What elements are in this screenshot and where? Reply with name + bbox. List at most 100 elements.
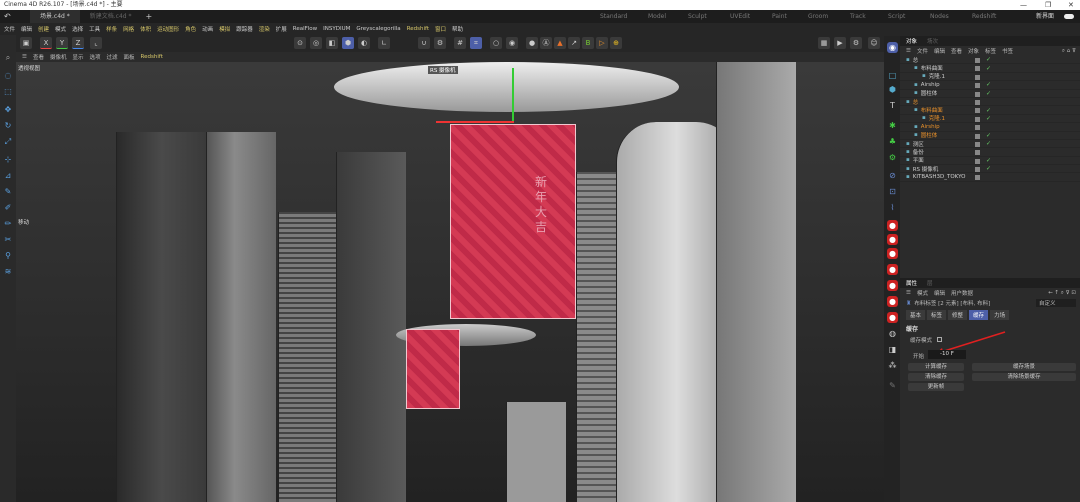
visibility-dot[interactable] — [975, 83, 980, 89]
clear-scene-cache-button[interactable]: 清除场景缓存 — [972, 373, 1076, 381]
object-row[interactable]: ▪ 测区 ✓ — [900, 140, 1080, 149]
redshift-sky-icon[interactable]: ● — [887, 296, 898, 307]
attr-menu-mode[interactable]: 模式 — [917, 289, 928, 297]
om-search-icon[interactable]: ⌕ ⌂ ⊽ — [1062, 48, 1080, 55]
deformer-icon[interactable]: ⊘ — [887, 170, 898, 181]
text-icon[interactable]: T — [887, 100, 898, 111]
enabled-check-icon[interactable]: ✓ — [986, 90, 991, 97]
object-row[interactable]: ▪ 圆柱体 ✓ — [900, 90, 1080, 98]
points-mode-icon[interactable]: ⊙ — [294, 37, 306, 49]
knife-icon[interactable]: ✎ — [3, 187, 13, 197]
scale-icon[interactable]: ⤢ — [3, 137, 13, 147]
hamburger-icon[interactable]: ☰ — [906, 48, 911, 54]
a-icon[interactable]: Ⓐ — [540, 37, 552, 49]
menu-create[interactable]: 创建 — [38, 25, 49, 33]
preset-dropdown[interactable]: 自定义 — [1036, 299, 1076, 307]
object-row[interactable]: ▪ 布料曲面 ✓ — [900, 106, 1080, 115]
viewport-menu-redshift[interactable]: Redshift — [141, 54, 163, 60]
object-row[interactable]: ▪ 圆柱体 ✓ — [900, 132, 1080, 140]
update-frame-button[interactable]: 更新帧 — [908, 383, 964, 391]
search-icon[interactable]: ⌕ — [3, 53, 13, 63]
menu-realflow[interactable]: RealFlow — [293, 26, 317, 32]
calc-cache-button[interactable]: 计算缓存 — [908, 363, 964, 371]
render-settings-icon[interactable]: ⚙ — [850, 37, 862, 49]
edges-mode-icon[interactable]: ◎ — [310, 37, 322, 49]
cloner-icon[interactable]: ✱ — [887, 120, 898, 131]
crosshair-icon[interactable]: ⊕ — [610, 37, 622, 49]
new-ui-toggle[interactable] — [1064, 14, 1074, 19]
layout-uvedit[interactable]: UVEdit — [730, 10, 750, 23]
enabled-check-icon[interactable]: ✓ — [986, 132, 991, 139]
layout-standard[interactable]: Standard — [600, 10, 627, 23]
menu-insydium[interactable]: INSYDIUM — [323, 26, 350, 32]
clear-cache-button[interactable]: 清除缓存 — [908, 373, 964, 381]
spline-icon[interactable]: ⌇ — [887, 202, 898, 213]
new-tab-icon[interactable]: + — [142, 12, 153, 21]
grid-icon[interactable]: # — [454, 37, 466, 49]
brush-icon[interactable]: ✐ — [3, 203, 13, 213]
lock-icon[interactable]: ○ — [490, 37, 502, 49]
sculpt-icon[interactable]: ⚲ — [3, 251, 13, 261]
enabled-check-icon[interactable]: ✓ — [986, 140, 991, 147]
om-menu-tags[interactable]: 标签 — [985, 47, 996, 55]
viewport-menu-view[interactable]: 查看 — [33, 53, 44, 61]
transform-icon[interactable]: ⊹ — [3, 155, 13, 165]
select-icon[interactable]: ⬚ — [3, 87, 13, 97]
snap-icon[interactable]: ∪ — [418, 37, 430, 49]
om-menu-bookmarks[interactable]: 书签 — [1002, 47, 1013, 55]
menu-spline[interactable]: 样条 — [106, 25, 117, 33]
menu-file[interactable]: 文件 — [4, 25, 15, 33]
attr-menu-userdata[interactable]: 用户数据 — [951, 289, 973, 297]
cube-outline-icon[interactable]: □ — [887, 70, 898, 81]
visibility-dot[interactable] — [975, 91, 980, 97]
layout-groom[interactable]: Groom — [808, 10, 828, 23]
rs-ipr-icon[interactable]: ☺ — [868, 37, 880, 49]
layout-model[interactable]: Model — [648, 10, 666, 23]
menu-animate[interactable]: 动画 — [202, 25, 213, 33]
field-icon[interactable]: ⊡ — [887, 186, 898, 197]
redshift-light-icon[interactable]: ● — [887, 220, 898, 231]
visibility-dot[interactable] — [975, 58, 980, 63]
visibility-dot[interactable] — [975, 74, 980, 80]
visibility-dot[interactable] — [975, 133, 980, 139]
menu-tools[interactable]: 工具 — [89, 25, 100, 33]
enabled-check-icon[interactable]: ✓ — [986, 165, 991, 172]
viewport-menu-display[interactable]: 显示 — [72, 53, 83, 61]
layout-nodes[interactable]: Nodes — [930, 10, 949, 23]
subtab-dresser[interactable]: 修整 — [948, 310, 968, 320]
viewport-menu-camera[interactable]: 摄像机 — [50, 53, 67, 61]
object-row[interactable]: ▪ KITBASH3D_TOKYO — [900, 173, 1080, 182]
z-axis-toggle[interactable]: Z — [72, 37, 84, 49]
subtab-cache[interactable]: 缓存 — [969, 310, 989, 320]
paint-icon[interactable]: ✏ — [3, 219, 13, 229]
menu-greyscalegorilla[interactable]: Greyscalegorilla — [356, 26, 400, 32]
y-axis-toggle[interactable]: Y — [56, 37, 68, 49]
minimize-button[interactable]: — — [1020, 0, 1027, 10]
om-menu-file[interactable]: 文件 — [917, 47, 928, 55]
maximize-button[interactable]: ❐ — [1045, 0, 1051, 10]
visibility-dot[interactable] — [975, 99, 980, 105]
viewport-menu-options[interactable]: 选项 — [89, 53, 100, 61]
plugin-b-icon[interactable]: B — [582, 37, 594, 49]
menu-extensions[interactable]: 扩展 — [276, 25, 287, 33]
subtab-forces[interactable]: 力场 — [990, 310, 1010, 320]
enabled-check-icon[interactable]: ✓ — [986, 56, 991, 63]
visibility-dot[interactable] — [975, 125, 980, 131]
cube-icon[interactable]: ⬢ — [887, 84, 898, 95]
menu-help[interactable]: 帮助 — [452, 25, 463, 33]
mograph-icon[interactable]: ♣ — [887, 136, 898, 147]
menu-render[interactable]: 渲染 — [259, 25, 270, 33]
extrude-icon[interactable]: ⊿ — [3, 171, 13, 181]
render-icon[interactable]: ● — [526, 37, 538, 49]
redshift-material-icon[interactable]: ● — [887, 234, 898, 245]
x-axis-gizmo[interactable] — [436, 121, 514, 123]
viewport-menu-panel[interactable]: 面板 — [124, 53, 135, 61]
menu-mode[interactable]: 模式 — [55, 25, 66, 33]
layer-icon[interactable]: ≋ — [3, 267, 13, 277]
texture-mode-icon[interactable]: ◐ — [358, 37, 370, 49]
menu-simulate[interactable]: 模拟 — [219, 25, 230, 33]
redshift-env-icon[interactable]: ● — [887, 280, 898, 291]
menu-select[interactable]: 选择 — [72, 25, 83, 33]
3d-viewport[interactable]: 透视视图 移动 RS 摄像机 新年大吉 — [16, 62, 884, 502]
tab-objects[interactable]: 对象 — [906, 37, 917, 45]
